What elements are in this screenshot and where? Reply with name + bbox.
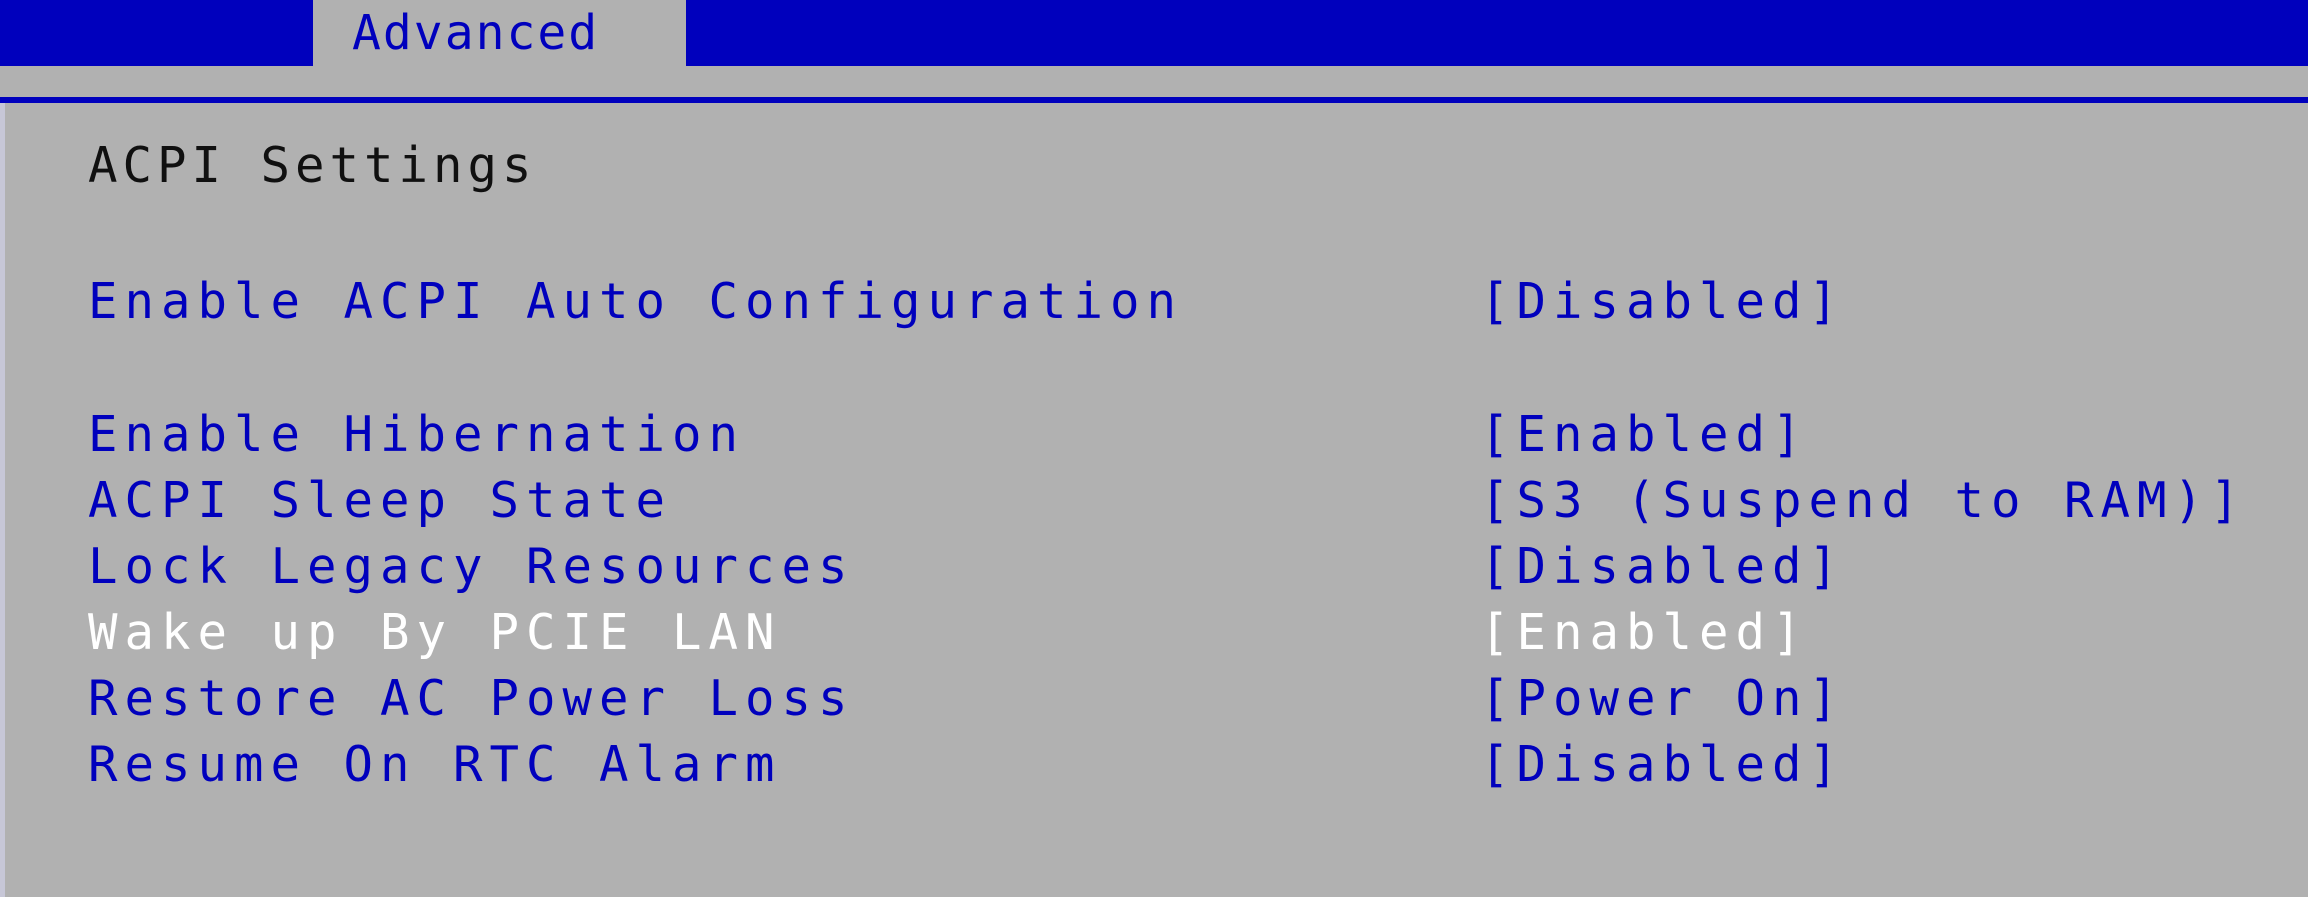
page-title: ACPI Settings xyxy=(88,137,537,194)
setting-enable-acpi-auto-configuration[interactable]: Enable ACPI Auto Configuration [Disabled… xyxy=(88,272,2268,332)
setting-value[interactable]: [Disabled] xyxy=(1480,735,1845,795)
setting-label: Restore AC Power Loss xyxy=(88,670,855,727)
setting-value[interactable]: [Disabled] xyxy=(1480,537,1845,597)
setting-value[interactable]: [S3 (Suspend to RAM)] xyxy=(1480,471,2247,531)
menu-bar: Advanced xyxy=(0,0,2308,66)
setting-label: Enable Hibernation xyxy=(88,406,746,463)
setting-restore-ac-power-loss[interactable]: Restore AC Power Loss [Power On] xyxy=(88,669,2268,729)
setting-value[interactable]: [Power On] xyxy=(1480,669,1845,729)
setting-value[interactable]: [Enabled] xyxy=(1480,405,1809,465)
setting-label: Resume On RTC Alarm xyxy=(88,736,782,793)
tab-advanced[interactable]: Advanced xyxy=(313,0,686,66)
left-panel-edge xyxy=(0,103,5,897)
setting-acpi-sleep-state[interactable]: ACPI Sleep State [S3 (Suspend to RAM)] xyxy=(88,471,2268,531)
setting-label: Wake up By PCIE LAN xyxy=(88,604,782,661)
setting-resume-on-rtc-alarm[interactable]: Resume On RTC Alarm [Disabled] xyxy=(88,735,2268,795)
setting-enable-hibernation[interactable]: Enable Hibernation [Enabled] xyxy=(88,405,2268,465)
setting-lock-legacy-resources[interactable]: Lock Legacy Resources [Disabled] xyxy=(88,537,2268,597)
setting-value[interactable]: [Enabled] xyxy=(1480,603,1809,663)
setting-value[interactable]: [Disabled] xyxy=(1480,272,1845,332)
bios-setup-screen: Advanced ACPI Settings Enable ACPI Auto … xyxy=(0,0,2308,897)
setting-label: Enable ACPI Auto Configuration xyxy=(88,273,1184,330)
header-divider xyxy=(0,97,2308,103)
setting-label: ACPI Sleep State xyxy=(88,472,673,529)
setting-label: Lock Legacy Resources xyxy=(88,538,855,595)
setting-wake-up-by-pcie-lan[interactable]: Wake up By PCIE LAN [Enabled] xyxy=(88,603,2268,663)
